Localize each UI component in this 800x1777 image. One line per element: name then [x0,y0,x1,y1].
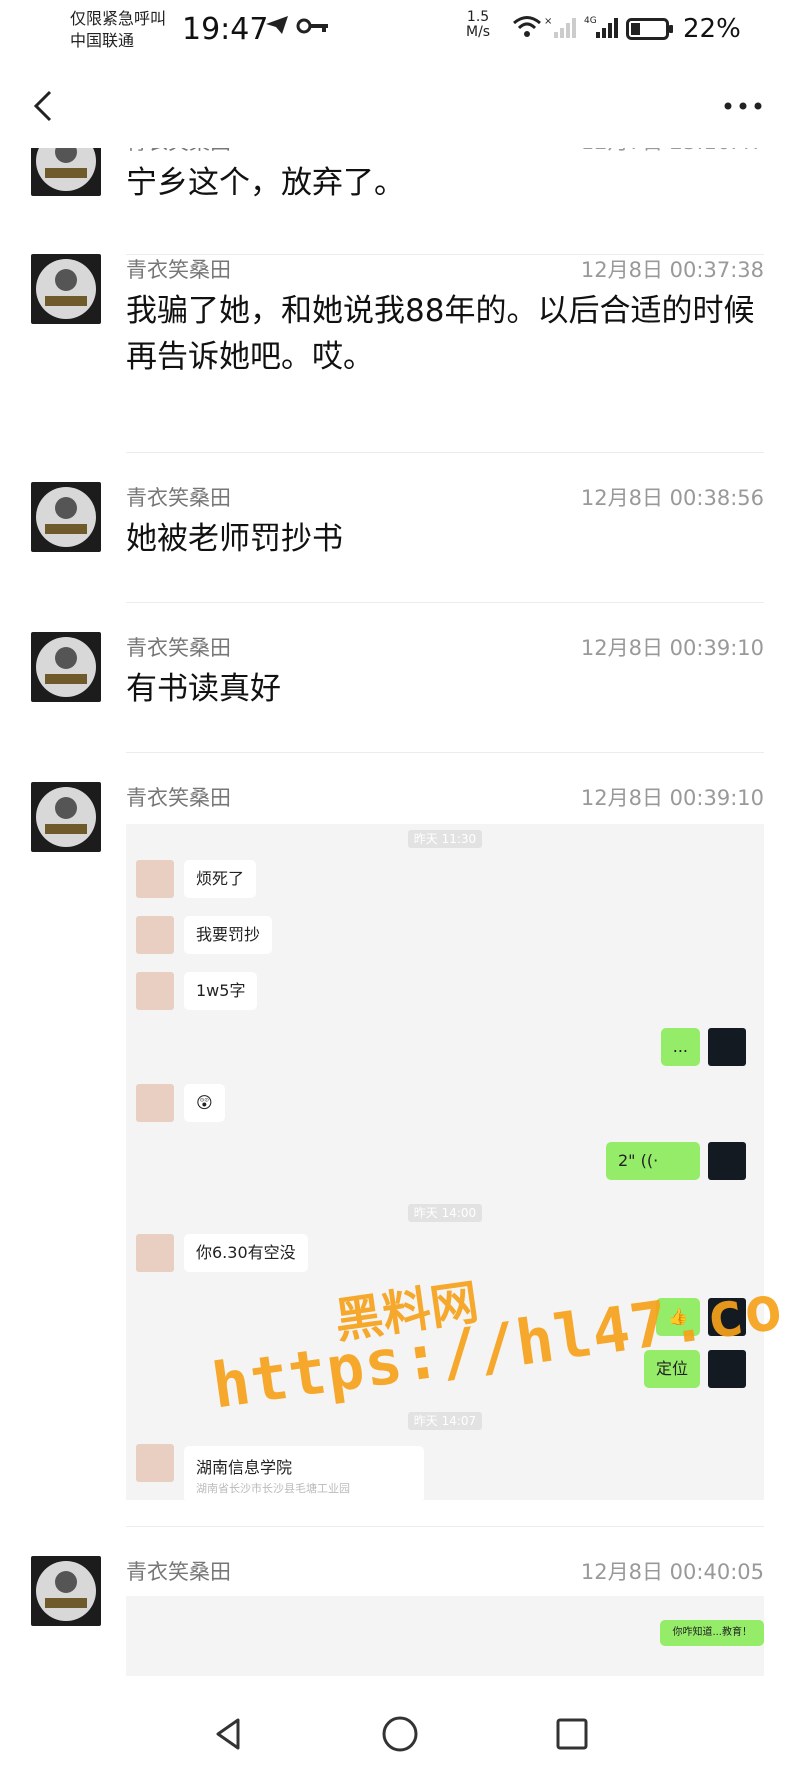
avatar-image-icon [36,148,96,191]
sender-name: 青衣笑桑田 [126,148,231,156]
divider [126,752,764,753]
message-text: 宁乡这个，放弃了。 [126,165,405,201]
chevron-left-icon [33,90,52,122]
voice-bubble: 2" ((· [606,1142,700,1180]
more-options-button[interactable] [718,84,768,128]
avatar[interactable] [31,782,101,852]
self-avatar [708,1142,746,1180]
avatar[interactable] [31,632,101,702]
message-time: 12月7日 23:16:47 [581,148,764,156]
location-address: 湖南省长沙市长沙县毛塘工业园 [196,1482,350,1495]
contact-avatar [136,1444,174,1482]
chat-bubble: 你咋知道...教育！ [660,1620,764,1646]
contact-avatar [136,860,174,898]
nav-home-button[interactable] [378,1712,422,1756]
signal-4g-icon: 4G [584,16,618,38]
chat-bubble: ... [660,1028,700,1066]
contact-avatar [136,1234,174,1272]
system-navigation-bar [0,1690,800,1777]
chat-screenshot-image[interactable]: 你咋知道...教育！ [126,1596,764,1676]
message-time: 12月8日 00:39:10 [580,636,764,660]
sender-name: 青衣笑桑田 [126,1560,231,1584]
location-title: 湖南信息学院 [196,1458,293,1477]
message-feed[interactable]: 青衣笑桑田 12月7日 23:16:47 宁乡这个，放弃了。 青衣笑桑田 12月… [0,148,800,1688]
message-time: 12月8日 00:40:05 [580,1560,764,1584]
chat-bubble: 我要罚抄 [184,916,273,954]
sender-name: 青衣笑桑田 [126,258,231,282]
nav-back-button[interactable] [206,1712,250,1756]
status-bar: 仅限紧急呼叫 中国联通 19:47 1.5 M/s × 4G 22% [0,0,800,56]
contact-avatar [136,1084,174,1122]
net-speed: 1.5 M/s [466,9,491,40]
sender-name: 青衣笑桑田 [126,486,231,510]
location-card: 湖南信息学院 湖南省长沙市长沙县毛塘工业园 [184,1446,424,1500]
chat-bubble: 你6.30有空没 [184,1234,308,1272]
message-text: 我骗了她，和她说我88年的。以后合适的时候再告诉她吧。哎。 [126,293,755,375]
battery-icon [626,18,673,40]
avatar[interactable] [31,254,101,324]
message-text: 她被老师罚抄书 [126,521,343,557]
circle-home-icon [382,1716,418,1752]
divider [126,602,764,603]
triangle-back-icon [216,1718,240,1750]
battery-percent: 22% [683,14,741,44]
self-avatar [708,1028,746,1066]
self-avatar [708,1350,746,1388]
avatar-image-icon [36,637,96,697]
back-button[interactable] [24,84,68,128]
chat-bubble: 烦死了 [184,860,257,898]
more-dots-icon [724,102,762,110]
chat-timestamp: 昨天 14:00 [126,1204,764,1222]
carrier-text: 仅限紧急呼叫 中国联通 [70,9,167,50]
chat-timestamp: 昨天 11:30 [126,830,764,848]
clock: 19:47 [182,12,269,47]
sender-name: 青衣笑桑田 [126,636,231,660]
signal-weak-icon: × [544,16,576,38]
chat-bubble: 1w5字 [184,972,258,1010]
svg-text:4G: 4G [584,16,597,26]
wifi-icon [513,16,541,37]
avatar-image-icon [36,1561,96,1621]
avatar-image-icon [36,787,96,847]
divider [126,452,764,453]
svg-text:×: × [544,16,552,27]
key-icon [296,18,328,34]
telegram-icon [266,16,288,34]
divider [126,1526,764,1527]
message-time: 12月8日 00:37:38 [580,258,764,282]
top-app-bar [0,56,800,156]
contact-avatar [136,916,174,954]
avatar[interactable] [31,1556,101,1626]
message-text: 有书读真好 [126,671,281,707]
avatar[interactable] [31,148,101,196]
avatar-image-icon [36,259,96,319]
message-time: 12月8日 00:39:10 [580,786,764,810]
avatar-image-icon [36,487,96,547]
chat-bubble: 😲 [184,1084,225,1122]
contact-avatar [136,972,174,1010]
nav-recents-button[interactable] [550,1712,594,1756]
message-time: 12月8日 00:38:56 [580,486,764,510]
square-recents-icon [556,1718,588,1750]
avatar[interactable] [31,482,101,552]
sender-name: 青衣笑桑田 [126,786,231,810]
